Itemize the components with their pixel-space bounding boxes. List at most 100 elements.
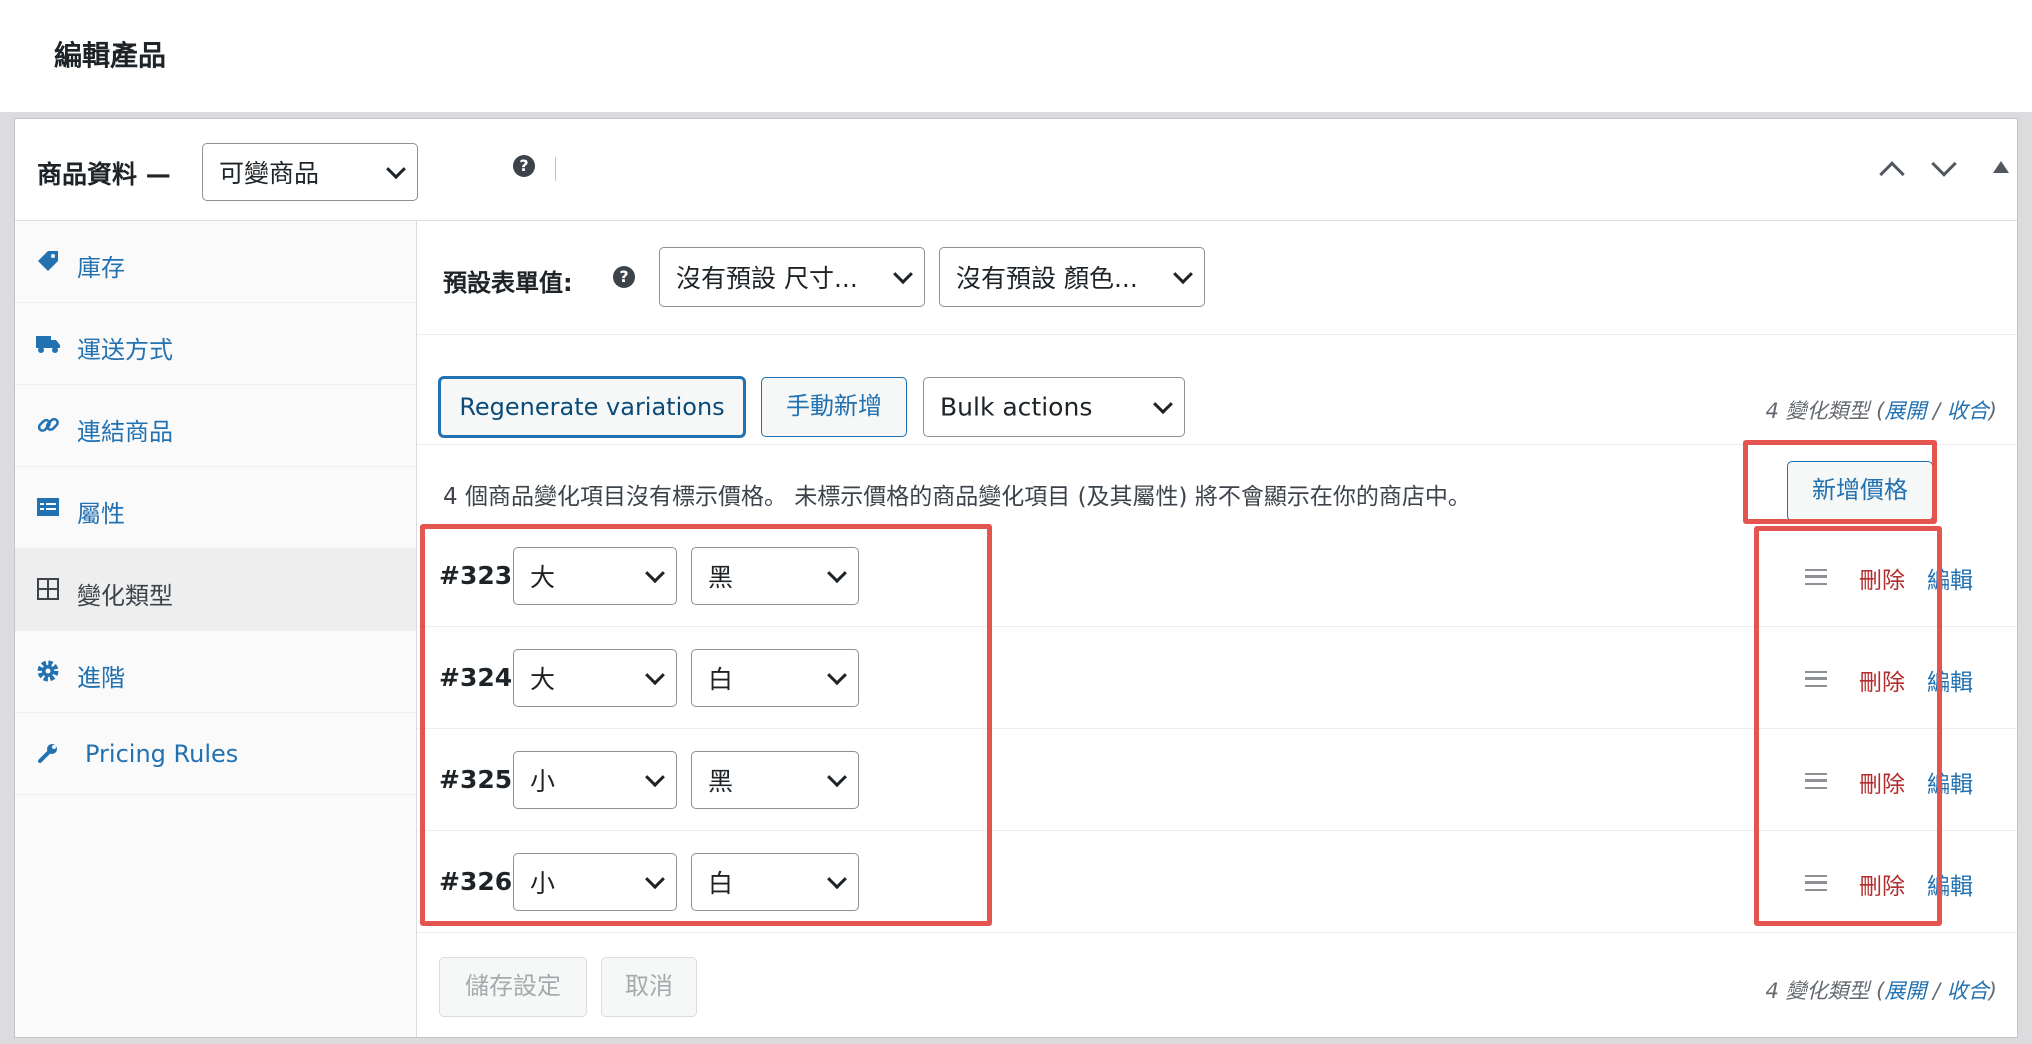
sidebar-item-label: 屬性 bbox=[77, 500, 125, 528]
drag-handle-icon[interactable] bbox=[1805, 671, 1827, 687]
product-data-label: 商品資料 — bbox=[37, 160, 171, 189]
drag-handle-icon[interactable] bbox=[1805, 875, 1827, 891]
wrench-icon bbox=[38, 744, 57, 763]
chevron-down-icon bbox=[893, 264, 913, 285]
edit-link[interactable]: 編輯 bbox=[1927, 561, 1973, 595]
bulk-actions-select[interactable]: Bulk actions bbox=[923, 377, 1185, 437]
notice-text: 4 個商品變化項目沒有標示價格。 未標示價格的商品變化項目 (及其屬性) 將不會… bbox=[443, 484, 1471, 510]
move-down-icon[interactable] bbox=[1931, 151, 1957, 177]
default-form-values: 預設表單值: ? 沒有預設 尺寸... 沒有預設 顏色... bbox=[417, 221, 2017, 335]
chevron-down-icon bbox=[645, 665, 665, 686]
variations-footer: 儲存設定 取消 4 變化類型 (展開 / 收合) bbox=[417, 947, 2017, 1037]
variation-row: #326 小 白 刪除 編輯 bbox=[417, 831, 2017, 933]
product-data-panel: 商品資料 — 可變商品 ? 庫存 運送方式 連結商品 屬性 變化類型 進階 Pr… bbox=[14, 118, 2018, 1038]
variation-size-select[interactable]: 大 bbox=[513, 547, 677, 605]
chevron-down-icon bbox=[645, 869, 665, 890]
edit-link[interactable]: 編輯 bbox=[1927, 663, 1973, 697]
sidebar-item-label: 庫存 bbox=[77, 254, 125, 282]
top-bar: 編輯產品 bbox=[0, 0, 2032, 112]
variation-row: #325 小 黑 刪除 編輯 bbox=[417, 729, 2017, 831]
truck-icon bbox=[36, 336, 60, 353]
count-prefix: 4 變化類型 ( bbox=[1765, 399, 1885, 423]
variation-size-select[interactable]: 小 bbox=[513, 751, 677, 809]
color-value: 黑 bbox=[708, 563, 734, 592]
sidebar-item-attributes[interactable]: 屬性 bbox=[15, 467, 416, 549]
sidebar-item-linked-products[interactable]: 連結商品 bbox=[15, 385, 416, 467]
variation-size-select[interactable]: 大 bbox=[513, 649, 677, 707]
sidebar-item-pricing-rules[interactable]: Pricing Rules bbox=[15, 713, 416, 795]
chevron-down-icon bbox=[645, 767, 665, 788]
sidebar-item-label: 運送方式 bbox=[77, 336, 173, 364]
size-value: 小 bbox=[530, 767, 556, 796]
sidebar-item-inventory[interactable]: 庫存 bbox=[15, 221, 416, 303]
default-values-label: 預設表單值: bbox=[443, 269, 573, 297]
size-value: 大 bbox=[530, 563, 556, 592]
save-changes-button[interactable]: 儲存設定 bbox=[439, 957, 587, 1017]
variation-id: #326 bbox=[439, 867, 513, 896]
edit-link[interactable]: 編輯 bbox=[1927, 765, 1973, 799]
sidebar-item-variations[interactable]: 變化類型 bbox=[15, 549, 416, 631]
delete-link[interactable]: 刪除 bbox=[1859, 867, 1905, 901]
sidebar-item-advanced[interactable]: 進階 bbox=[15, 631, 416, 713]
chevron-down-icon bbox=[827, 767, 847, 788]
sidebar-item-label: Pricing Rules bbox=[85, 740, 239, 768]
missing-price-notice: 4 個商品變化項目沒有標示價格。 未標示價格的商品變化項目 (及其屬性) 將不會… bbox=[417, 455, 2017, 525]
page-title: 編輯產品 bbox=[54, 39, 167, 72]
sidebar-item-label: 變化類型 bbox=[77, 582, 173, 610]
variation-color-select[interactable]: 白 bbox=[691, 649, 859, 707]
question-icon[interactable]: ? bbox=[613, 266, 635, 288]
expand-link[interactable]: 展開 bbox=[1884, 399, 1926, 423]
variation-color-select[interactable]: 黑 bbox=[691, 547, 859, 605]
delete-link[interactable]: 刪除 bbox=[1859, 663, 1905, 697]
sidebar-item-label: 連結商品 bbox=[77, 418, 173, 446]
product-type-select[interactable]: 可變商品 bbox=[202, 143, 418, 201]
add-price-button[interactable]: 新增價格 bbox=[1787, 461, 1933, 521]
panel-header: 商品資料 — 可變商品 ? bbox=[15, 119, 2017, 221]
question-icon[interactable]: ? bbox=[513, 155, 535, 177]
list-icon bbox=[37, 498, 59, 516]
collapse-link[interactable]: 收合 bbox=[1947, 399, 1989, 423]
variation-row: #323 大 黑 刪除 編輯 bbox=[417, 525, 2017, 627]
count-suffix: ) bbox=[1988, 979, 1997, 1003]
drag-handle-icon[interactable] bbox=[1805, 773, 1827, 789]
chevron-down-icon bbox=[827, 869, 847, 890]
color-value: 黑 bbox=[708, 767, 734, 796]
variation-size-select[interactable]: 小 bbox=[513, 853, 677, 911]
color-value: 白 bbox=[708, 665, 734, 694]
drag-handle-icon[interactable] bbox=[1805, 569, 1827, 585]
variation-id: #323 bbox=[439, 561, 513, 590]
separator: / bbox=[1926, 399, 1947, 423]
variation-id: #324 bbox=[439, 663, 513, 692]
default-color-value: 沒有預設 顏色... bbox=[956, 264, 1138, 293]
variation-toolbar: Regenerate variations 手動新增 Bulk actions … bbox=[417, 335, 2017, 445]
cancel-button[interactable]: 取消 bbox=[601, 957, 697, 1017]
chevron-down-icon bbox=[827, 563, 847, 584]
edit-link[interactable]: 編輯 bbox=[1927, 867, 1973, 901]
chevron-down-icon bbox=[645, 563, 665, 584]
link-icon bbox=[37, 417, 59, 432]
chevron-down-icon bbox=[1173, 264, 1193, 285]
default-size-value: 沒有預設 尺寸... bbox=[676, 264, 858, 293]
variation-row: #324 大 白 刪除 編輯 bbox=[417, 627, 2017, 729]
regenerate-variations-button[interactable]: Regenerate variations bbox=[439, 377, 745, 437]
toggle-panel-icon[interactable] bbox=[1993, 161, 2009, 173]
default-size-select[interactable]: 沒有預設 尺寸... bbox=[659, 247, 925, 307]
variation-count: 4 變化類型 (展開 / 收合) bbox=[1765, 395, 1997, 425]
delete-link[interactable]: 刪除 bbox=[1859, 561, 1905, 595]
size-value: 小 bbox=[530, 869, 556, 898]
delete-link[interactable]: 刪除 bbox=[1859, 765, 1905, 799]
collapse-link[interactable]: 收合 bbox=[1947, 979, 1989, 1003]
variations-content: 預設表單值: ? 沒有預設 尺寸... 沒有預設 顏色... Regenerat… bbox=[417, 221, 2017, 1037]
expand-link[interactable]: 展開 bbox=[1884, 979, 1926, 1003]
product-type-value: 可變商品 bbox=[219, 159, 320, 188]
variation-color-select[interactable]: 白 bbox=[691, 853, 859, 911]
sidebar-item-shipping[interactable]: 運送方式 bbox=[15, 303, 416, 385]
variation-id: #325 bbox=[439, 765, 513, 794]
manual-add-button[interactable]: 手動新增 bbox=[761, 377, 907, 437]
chevron-down-icon bbox=[386, 159, 406, 180]
chevron-down-icon bbox=[1153, 394, 1173, 415]
variation-color-select[interactable]: 黑 bbox=[691, 751, 859, 809]
default-color-select[interactable]: 沒有預設 顏色... bbox=[939, 247, 1205, 307]
size-value: 大 bbox=[530, 665, 556, 694]
move-up-icon[interactable] bbox=[1879, 161, 1905, 187]
